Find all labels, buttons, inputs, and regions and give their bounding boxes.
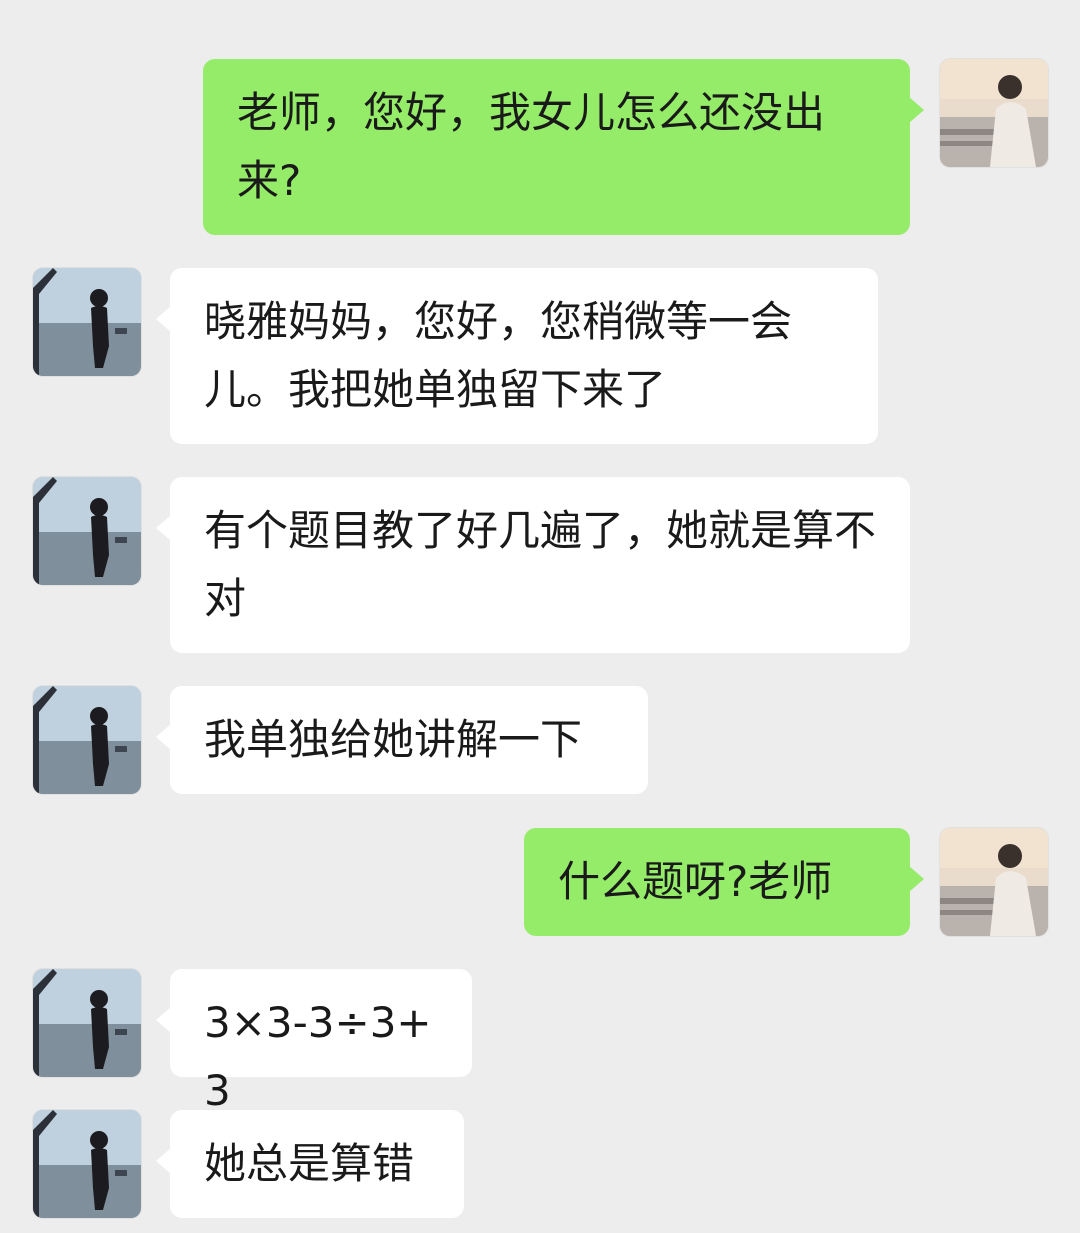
teacher-avatar[interactable] — [33, 268, 141, 376]
teacher-avatar[interactable] — [33, 477, 141, 585]
message-text: 有个题目教了好几遍了，她就是算不对 — [204, 506, 877, 623]
message-text: 什么题呀?老师 — [558, 857, 833, 906]
woman-beach-avatar-icon — [33, 268, 141, 376]
parent-avatar[interactable] — [940, 828, 1048, 936]
message-bubble[interactable]: 晓雅妈妈，您好，您稍微等一会儿。我把她单独留下来了 — [170, 268, 878, 444]
woman-beach-avatar-icon — [33, 477, 141, 585]
message-text: 3×3-3÷3+3 — [204, 998, 432, 1115]
teacher-avatar[interactable] — [33, 969, 141, 1077]
message-bubble[interactable]: 老师，您好，我女儿怎么还没出来? — [203, 59, 910, 235]
message-text: 我单独给她讲解一下 — [204, 715, 583, 764]
message-text: 她总是算错 — [204, 1139, 415, 1188]
message-text: 老师，您好，我女儿怎么还没出来? — [237, 88, 826, 205]
parent-avatar[interactable] — [940, 59, 1048, 167]
message-bubble[interactable]: 我单独给她讲解一下 — [170, 686, 648, 794]
woman-sunset-avatar-icon — [940, 59, 1048, 167]
woman-beach-avatar-icon — [33, 1110, 141, 1218]
message-bubble[interactable]: 她总是算错 — [170, 1110, 464, 1218]
woman-beach-avatar-icon — [33, 969, 141, 1077]
message-bubble[interactable]: 有个题目教了好几遍了，她就是算不对 — [170, 477, 910, 653]
message-text: 晓雅妈妈，您好，您稍微等一会儿。我把她单独留下来了 — [204, 297, 793, 414]
woman-beach-avatar-icon — [33, 686, 141, 794]
message-bubble[interactable]: 3×3-3÷3+3 — [170, 969, 472, 1115]
teacher-avatar[interactable] — [33, 686, 141, 794]
teacher-avatar[interactable] — [33, 1110, 141, 1218]
message-bubble[interactable]: 什么题呀?老师 — [524, 828, 910, 936]
woman-sunset-avatar-icon — [940, 828, 1048, 936]
